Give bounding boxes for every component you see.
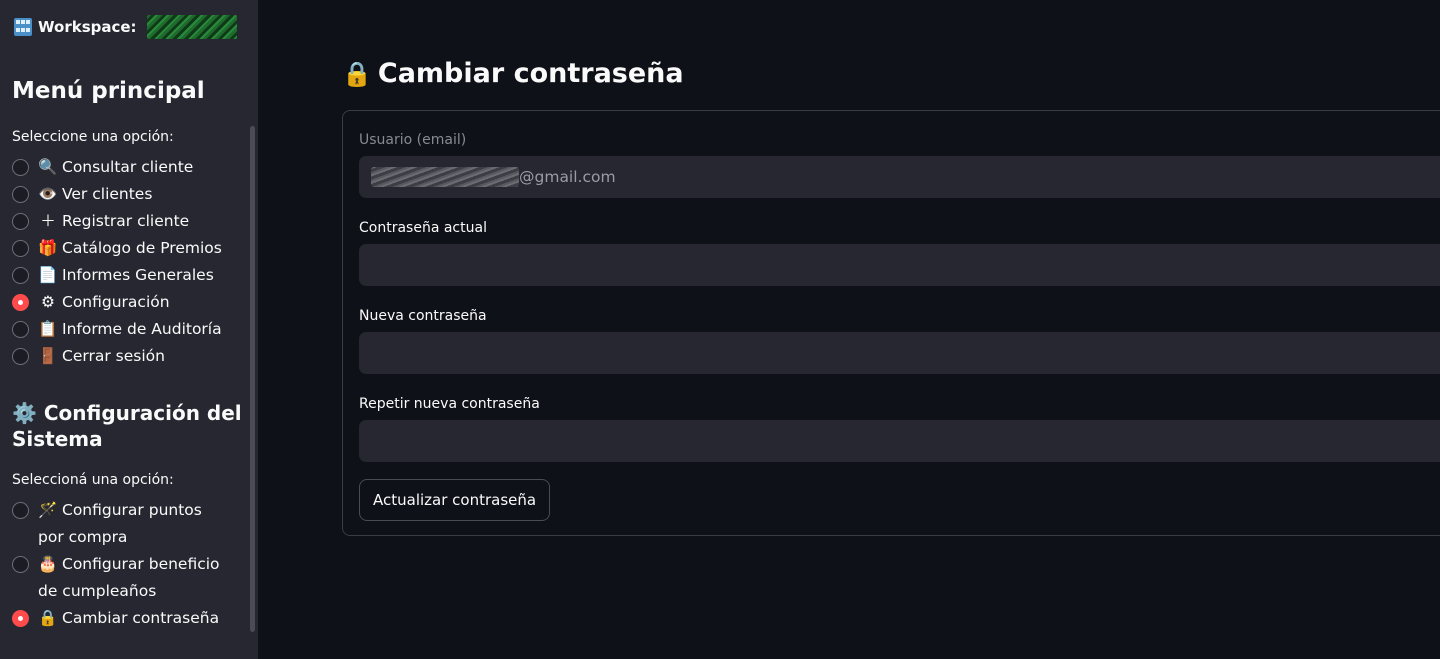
cake-icon: 🎂: [38, 555, 58, 573]
radio-option-text: 📋 Informe de Auditoría: [38, 316, 222, 343]
radio-option-label: Informes Generales: [62, 266, 214, 284]
radio-option[interactable]: 📋 Informe de Auditoría: [12, 316, 252, 343]
main-menu-radio-group: 🔍 Consultar cliente 👁️ Ver clientes ＋ Registr…: [12, 154, 252, 370]
user-email-field: @gmail.com: [359, 156, 1440, 198]
radio-option-text: 🎁 Catálogo de Premios: [38, 235, 222, 262]
email-domain: @gmail.com: [519, 168, 616, 186]
change-password-form: Usuario (email) @gmail.com Contraseña ac…: [342, 110, 1440, 536]
radio-option-label: Configurar beneficio de cumpleaños: [38, 555, 220, 600]
main-menu-caption: Seleccione una opción:: [12, 129, 174, 145]
radio-unselected[interactable]: [12, 159, 29, 176]
workspace-name-redacted: [146, 15, 237, 39]
radio-option-label: Informe de Auditoría: [62, 320, 222, 338]
lock-icon: 🔒: [342, 59, 372, 88]
workspace-label: Workspace:: [38, 18, 137, 36]
radio-unselected[interactable]: [12, 267, 29, 284]
radio-option-label: Ver clientes: [62, 185, 153, 203]
radio-option-text: 🎂 Configurar beneficio de cumpleaños: [38, 551, 227, 605]
radio-unselected[interactable]: [12, 240, 29, 257]
radio-option[interactable]: 📄 Informes Generales: [12, 262, 252, 289]
radio-selected[interactable]: [12, 610, 29, 627]
current-password-field[interactable]: [359, 244, 1440, 286]
radio-option-label: Cambiar contraseña: [62, 609, 220, 627]
clipboard-icon: 📋: [38, 320, 58, 338]
current-password-label: Contraseña actual: [359, 220, 487, 236]
update-password-button[interactable]: Actualizar contraseña: [359, 479, 551, 521]
page-title-text: Cambiar contraseña: [377, 58, 684, 89]
radio-option[interactable]: 🎁 Catálogo de Premios: [12, 235, 252, 262]
document-icon: 📄: [38, 266, 58, 284]
gift-icon: 🎁: [38, 239, 58, 257]
radio-unselected[interactable]: [12, 348, 29, 365]
radio-option-label: Cerrar sesión: [62, 347, 165, 365]
repeat-password-label: Repetir nueva contraseña: [359, 396, 540, 412]
radio-option[interactable]: 🔍 Consultar cliente: [12, 154, 252, 181]
repeat-password-field[interactable]: [359, 420, 1440, 462]
radio-unselected[interactable]: [12, 502, 29, 519]
radio-unselected[interactable]: [12, 186, 29, 203]
config-menu-caption: Seleccioná una opción:: [12, 472, 174, 488]
page-title: 🔒 Cambiar contraseña: [342, 58, 684, 89]
radio-option-text: ⚙ Configuración: [38, 289, 170, 316]
magnifier-icon: 🔍: [38, 158, 58, 176]
radio-unselected[interactable]: [12, 321, 29, 338]
wand-icon: 🪄: [38, 501, 58, 519]
radio-option[interactable]: 🎂 Configurar beneficio de cumpleaños: [12, 551, 227, 605]
main-menu-title: Menú principal: [12, 78, 205, 104]
config-menu-radio-group: 🪄 Configurar puntos por compra 🎂 Configurar…: [12, 497, 227, 632]
new-password-label: Nueva contraseña: [359, 308, 487, 324]
radio-option-text: 🔒 Cambiar contraseña: [38, 605, 219, 632]
sidebar-scrollbar[interactable]: [250, 126, 255, 632]
radio-option-text: 🔍 Consultar cliente: [38, 154, 193, 181]
config-section-title: ⚙️ Configuración del Sistema: [12, 401, 242, 451]
radio-option[interactable]: 🚪 Cerrar sesión: [12, 343, 252, 370]
radio-option[interactable]: 🔒 Cambiar contraseña: [12, 605, 227, 632]
plus-icon: ＋: [40, 212, 56, 230]
radio-option-label: Consultar cliente: [62, 158, 194, 176]
email-redacted: [371, 167, 519, 187]
new-password-field[interactable]: [359, 332, 1440, 374]
radio-option[interactable]: ⚙ Configuración: [12, 289, 252, 316]
radio-option-text: 🪄 Configurar puntos por compra: [38, 497, 227, 551]
gear-icon: ⚙: [41, 293, 55, 311]
radio-option[interactable]: 🪄 Configurar puntos por compra: [12, 497, 227, 551]
radio-unselected[interactable]: [12, 556, 29, 573]
radio-option[interactable]: 👁️ Ver clientes: [12, 181, 252, 208]
radio-option-text: 🚪 Cerrar sesión: [38, 343, 165, 370]
radio-option-label: Registrar cliente: [62, 212, 190, 230]
radio-option-text: 📄 Informes Generales: [38, 262, 214, 289]
sidebar: Workspace: Menú principal Seleccione una…: [0, 0, 258, 659]
radio-option-label: Configuración: [62, 293, 170, 311]
radio-option[interactable]: ＋ Registrar cliente: [12, 208, 252, 235]
radio-option-text: 👁️ Ver clientes: [38, 181, 152, 208]
radio-selected[interactable]: [12, 294, 29, 311]
user-email-label: Usuario (email): [359, 132, 467, 148]
door-icon: 🚪: [38, 347, 58, 365]
radio-option-label: Configurar puntos por compra: [38, 501, 202, 546]
workspace-row: Workspace:: [14, 15, 237, 39]
radio-option-text: ＋ Registrar cliente: [38, 208, 189, 235]
building-icon: [14, 18, 32, 36]
eye-icon: 👁️: [38, 185, 58, 203]
lock-icon: 🔒: [38, 609, 58, 627]
radio-option-label: Catálogo de Premios: [62, 239, 222, 257]
radio-unselected[interactable]: [12, 213, 29, 230]
